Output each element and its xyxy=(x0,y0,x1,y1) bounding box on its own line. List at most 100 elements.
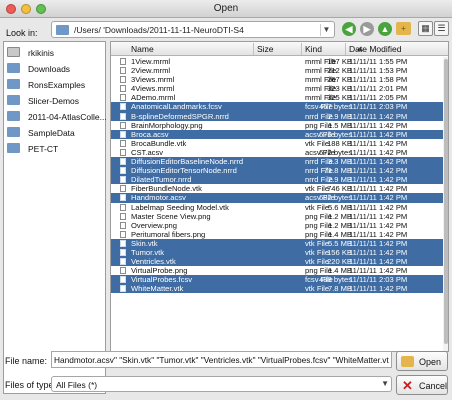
file-row[interactable]: Labelmap Seeding Model.vtk 5.6 MB vtk File… xyxy=(111,203,443,212)
file-row[interactable]: 4Views.mrml 323 KB mrml File 11/11/11 2:01 … xyxy=(111,84,443,93)
file-icon xyxy=(120,230,126,238)
chevron-down-icon[interactable]: ▼ xyxy=(320,24,332,36)
file-row[interactable]: DiffusionEditorBaselineNode.nrrd 3.3 MB nr… xyxy=(111,157,443,167)
file-row[interactable]: Master Scene View.png 1.2 MB png File 11/11… xyxy=(111,212,443,221)
file-row[interactable]: VirtualProbe.png 1.4 MB png File 11/11/11 1… xyxy=(111,266,443,275)
file-date-cell: 11/11/11 1:42 PM xyxy=(349,166,408,176)
file-row[interactable]: Skin.vtk 5.5 MB vtk File 11/11/11 1:42 PM xyxy=(111,238,443,248)
cancel-button[interactable]: ✕ Cancel xyxy=(396,375,448,395)
sidebar-item-downloads[interactable]: Downloads xyxy=(4,60,105,76)
file-name-cell: 2View.mrml xyxy=(131,66,171,76)
file-date-cell: 11/11/11 1:58 PM xyxy=(349,75,408,85)
file-name-cell: BrainMorphology.png xyxy=(131,120,203,130)
parent-directory-button[interactable]: ▲ xyxy=(378,22,392,36)
sidebar-item-atlas-collection[interactable]: 2011-04-AtlasColle... xyxy=(4,108,107,124)
column-divider[interactable] xyxy=(345,43,346,55)
sidebar-item-pet-ct[interactable]: PET-CT xyxy=(4,140,105,156)
file-icon xyxy=(120,158,126,166)
file-kind-cell: acsv File xyxy=(305,193,335,203)
look-in-combo[interactable]: /Users/ 'Downloads/2011-11-11-NeuroDTI-S… xyxy=(51,21,335,38)
file-row[interactable]: BrainMorphology.png 1.5 MB png File 11/11/1… xyxy=(111,121,443,130)
file-name-cell: Handmotor.acsv xyxy=(131,193,186,203)
file-icon xyxy=(120,130,126,138)
column-header-name[interactable]: Name xyxy=(131,44,154,54)
file-list[interactable]: Name Size Kind Date Modified 1View.mrml 1… xyxy=(110,41,449,352)
files-of-type-combo[interactable]: All Files (*) ▼ xyxy=(51,376,392,392)
file-row[interactable]: Tumor.vtk 156 KB vtk File 11/11/11 1:42 PM xyxy=(111,247,443,258)
file-date-cell: 11/11/11 1:42 PM xyxy=(349,257,408,267)
sidebar-item-label: 2011-04-AtlasColle... xyxy=(28,112,107,122)
file-icon xyxy=(120,167,126,175)
file-row[interactable]: DiffusionEditorTensorNode.nrrd 71.8 MB nrr… xyxy=(111,166,443,176)
file-row[interactable]: CST.acsv 672 bytes acsv File 11/11/11 1:42 … xyxy=(111,148,443,157)
file-icon xyxy=(120,58,126,65)
file-row[interactable]: Overview.png 1.2 MB png File 11/11/11 1:42 … xyxy=(111,221,443,230)
file-name-cell: VirtualProbe.png xyxy=(131,266,188,276)
sidebar-item-label: SampleData xyxy=(28,128,75,138)
folder-icon xyxy=(7,63,20,73)
file-row[interactable]: 3Views.mrml 267 KB mrml File 11/11/11 1:58 … xyxy=(111,75,443,84)
chevron-down-icon[interactable]: ▼ xyxy=(381,379,389,388)
file-name-cell: B-splineDeformedSPGR.nrrd xyxy=(131,111,229,121)
file-name-cell: Labelmap Seeding Model.vtk xyxy=(131,202,229,212)
file-row[interactable]: B-splineDeformedSPGR.nrrd 2.9 MB nrrd File… xyxy=(111,111,443,121)
file-date-cell: 11/11/11 1:55 PM xyxy=(349,57,408,66)
detail-view-button[interactable]: ▦ xyxy=(418,21,433,36)
file-date-cell: 11/11/11 1:42 PM xyxy=(349,211,408,221)
file-row[interactable]: ADemo.mrml 325 KB mrml File 11/11/11 2:05 P… xyxy=(111,93,443,102)
file-name-cell: Tumor.vtk xyxy=(131,247,165,257)
file-icon xyxy=(120,221,126,229)
file-list-header: Name Size Kind Date Modified xyxy=(111,42,448,56)
vertical-scrollbar[interactable] xyxy=(443,57,448,351)
file-icon xyxy=(120,148,126,156)
file-row[interactable]: Peritumoral fibers.png 1.4 MB png File 11/1… xyxy=(111,230,443,239)
file-date-cell: 11/11/11 1:42 PM xyxy=(349,193,408,203)
forward-button[interactable]: ▶ xyxy=(360,22,374,36)
sidebar-item-sampledata[interactable]: SampleData xyxy=(4,124,105,140)
title-bar: Open xyxy=(0,0,452,18)
file-row[interactable]: Ventricles.vtk 220 KB vtk File 11/11/11 1:4… xyxy=(111,257,443,267)
file-name-input[interactable] xyxy=(51,351,392,368)
file-row[interactable]: 2View.mrml 212 KB mrml File 11/11/11 1:53 P… xyxy=(111,66,443,75)
file-kind-cell: mrml File xyxy=(305,84,337,94)
file-row[interactable]: VirtualProbes.fcsv 488 bytes fcsv File 11/1… xyxy=(111,275,443,285)
file-row[interactable]: Broca.acsv 676 bytes acsv File 11/11/11 1:4… xyxy=(111,129,443,139)
file-icon xyxy=(120,194,126,202)
file-date-cell: 11/11/11 1:42 PM xyxy=(349,157,408,167)
file-icon xyxy=(120,276,126,284)
file-kind-cell: vtk File xyxy=(305,202,330,212)
file-kind-cell: png File xyxy=(305,229,333,239)
file-row[interactable]: BrocaBundle.vtk 188 KB vtk File 11/11/11 1:… xyxy=(111,139,443,148)
file-row[interactable]: DilatedTumor.nrrd 2.9 MB nrrd File 11/11/11… xyxy=(111,175,443,185)
file-icon xyxy=(120,67,126,75)
sidebar-item-slicer-demos[interactable]: Slicer-Demos xyxy=(4,92,105,108)
column-header-kind[interactable]: Kind xyxy=(305,44,322,54)
file-icon xyxy=(120,121,126,129)
folder-icon xyxy=(7,143,20,153)
folder-icon xyxy=(7,95,20,105)
new-folder-button[interactable]: + xyxy=(396,22,411,35)
cancel-button-label: Cancel xyxy=(419,381,448,391)
open-folder-icon xyxy=(401,356,414,367)
file-row[interactable]: Handmotor.acsv 682 bytes acsv File 11/11/11… xyxy=(111,193,443,203)
file-kind-cell: mrml File xyxy=(305,57,337,66)
column-header-date[interactable]: Date Modified xyxy=(349,44,401,54)
scrollbar-thumb[interactable] xyxy=(444,59,448,344)
file-row[interactable]: 1View.mrml 157 KB mrml File 11/11/11 1:55 P… xyxy=(111,57,443,66)
sidebar-item-rkikinis[interactable]: rkikinis xyxy=(4,44,105,60)
file-date-cell: 11/11/11 1:42 PM xyxy=(349,120,408,130)
list-view-button[interactable]: ☰ xyxy=(434,21,449,36)
column-divider[interactable] xyxy=(253,43,254,55)
file-row[interactable]: WhiteMatter.vtk 7.8 MB vtk File 11/11/11 1:… xyxy=(111,284,443,294)
back-button[interactable]: ◀ xyxy=(342,22,356,36)
file-kind-cell: nrrd File xyxy=(305,166,333,176)
column-header-size[interactable]: Size xyxy=(257,44,274,54)
file-name-cell: AnatomicalLandmarks.fcsv xyxy=(131,102,222,112)
open-button[interactable]: Open xyxy=(396,351,448,371)
file-row[interactable]: FiberBundleNode.vtk 746 KB vtk File 11/11/1… xyxy=(111,184,443,193)
sidebar-item-ronsexamples[interactable]: RonsExamples xyxy=(4,76,105,92)
file-date-cell: 11/11/11 1:42 PM xyxy=(349,247,408,257)
column-divider[interactable] xyxy=(301,43,302,55)
file-date-cell: 11/11/11 1:42 PM xyxy=(349,229,408,239)
file-row[interactable]: AnatomicalLandmarks.fcsv 467 bytes fcsv Fi… xyxy=(111,102,443,112)
